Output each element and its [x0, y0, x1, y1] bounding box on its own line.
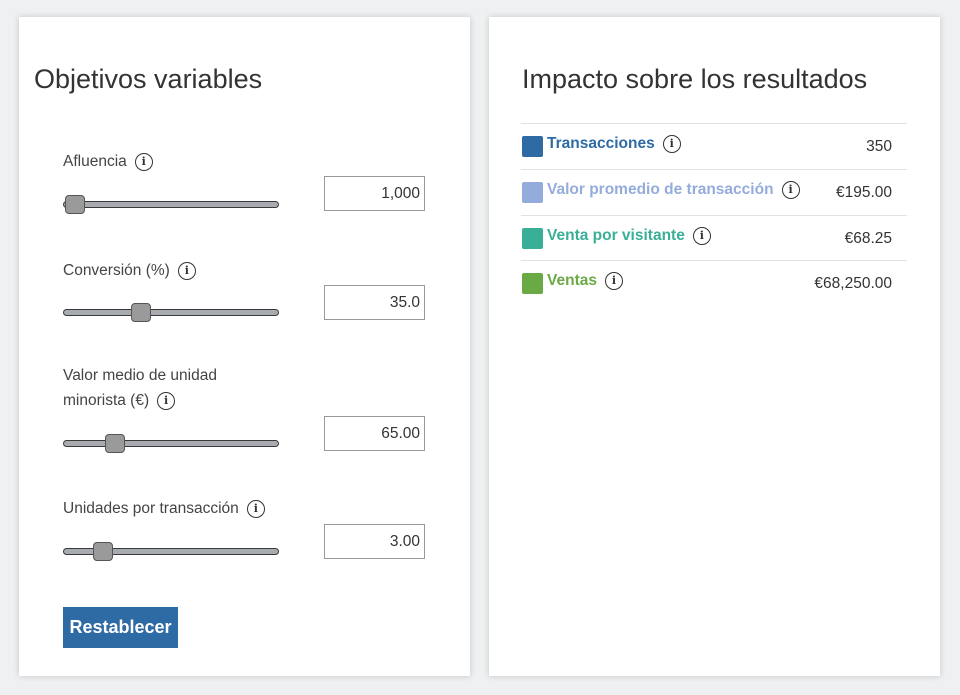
info-icon[interactable]: i: [604, 272, 623, 290]
info-icon[interactable]: i: [781, 181, 800, 199]
unidades-slider-thumb[interactable]: [92, 542, 113, 561]
reset-button[interactable]: Restablecer: [63, 607, 178, 648]
result-label: Valor promedio de transacción: [547, 181, 774, 199]
afluencia-slider[interactable]: [63, 195, 279, 214]
control-label-unidades: Unidades por transacción i: [63, 496, 323, 521]
info-icon[interactable]: i: [177, 261, 196, 280]
info-icon[interactable]: i: [662, 135, 681, 153]
info-icon[interactable]: i: [157, 391, 176, 410]
conversion-slider-thumb[interactable]: [131, 303, 152, 322]
valor-medio-input[interactable]: [324, 416, 425, 451]
result-label: Transacciones: [547, 135, 655, 153]
control-label-afluencia: Afluencia i: [63, 149, 263, 174]
result-row-valor-promedio: Valor promedio de transacción i €195.00: [521, 169, 907, 215]
color-swatch: [522, 136, 543, 157]
afluencia-input[interactable]: [324, 176, 425, 211]
result-label: Venta por visitante: [547, 227, 685, 245]
color-swatch: [522, 228, 543, 249]
result-value: €68.25: [844, 230, 892, 247]
color-swatch: [522, 182, 543, 203]
conversion-input[interactable]: [324, 285, 425, 320]
control-label-valor-medio: Valor medio de unidad minorista (€) i: [63, 367, 217, 410]
valor-medio-slider-thumb[interactable]: [105, 434, 126, 453]
control-label-conversion: Conversión (%) i: [63, 258, 263, 283]
unidades-slider[interactable]: [63, 542, 279, 561]
result-label: Ventas: [547, 272, 597, 290]
info-icon[interactable]: i: [692, 227, 711, 245]
targets-title: Objetivos variables: [34, 64, 263, 94]
info-icon[interactable]: i: [134, 152, 153, 171]
results-title: Impacto sobre los resultados: [522, 64, 868, 94]
result-value: €195.00: [835, 184, 892, 201]
result-value: €68,250.00: [814, 275, 892, 292]
result-row-ventas: Ventas i €68,250.00: [521, 260, 907, 306]
result-row-transacciones: Transacciones i 350: [521, 123, 907, 169]
targets-panel: Objetivos variables Afluenciai Conversió…: [19, 17, 470, 676]
unidades-input[interactable]: [324, 524, 425, 559]
conversion-slider[interactable]: [63, 303, 279, 322]
result-row-venta-visitante: Venta por visitante i €68.25: [521, 215, 907, 261]
info-icon[interactable]: i: [246, 499, 265, 518]
afluencia-slider-thumb[interactable]: [64, 195, 85, 214]
color-swatch: [522, 273, 543, 294]
result-value: 350: [866, 138, 892, 155]
results-panel: Impacto sobre los resultados Transaccion…: [489, 17, 940, 676]
valor-medio-slider[interactable]: [63, 434, 279, 453]
